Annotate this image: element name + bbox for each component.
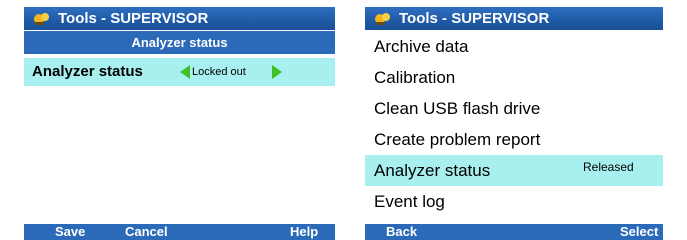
analyzer-status-screen: Tools - SUPERVISOR Analyzer status Analy… [24, 7, 335, 240]
menu-item-event-log[interactable]: Event log [365, 186, 663, 217]
menu-item-clean-usb-flash-drive[interactable]: Clean USB flash drive [365, 93, 663, 124]
analyzer-status-value: Locked out [192, 66, 246, 78]
menu-item-label: Event log [374, 192, 445, 211]
softkey-bar: Save Cancel Help [24, 224, 335, 240]
window-title: Tools - SUPERVISOR [399, 10, 550, 27]
section-header: Analyzer status [24, 31, 335, 54]
analyzer-status-label: Analyzer status [32, 63, 143, 80]
window-title: Tools - SUPERVISOR [58, 10, 209, 27]
menu-item-create-problem-report[interactable]: Create problem report [365, 124, 663, 155]
menu-item-calibration[interactable]: Calibration [365, 62, 663, 93]
title-bar: Tools - SUPERVISOR [24, 7, 335, 30]
menu-item-archive-data[interactable]: Archive data [365, 31, 663, 62]
help-softkey[interactable]: Help [290, 224, 318, 240]
menu-item-label: Archive data [374, 37, 469, 56]
menu-item-label: Calibration [374, 68, 456, 87]
menu-item-label: Clean USB flash drive [374, 99, 541, 118]
select-softkey[interactable]: Select [620, 224, 658, 240]
analyzer-status-row[interactable]: Analyzer status Locked out [24, 58, 335, 86]
save-softkey[interactable]: Save [55, 224, 85, 240]
tools-menu-screen: Tools - SUPERVISOR Archive data Calibrat… [365, 7, 663, 240]
back-softkey[interactable]: Back [386, 224, 417, 240]
menu-item-label: Create problem report [374, 130, 541, 149]
title-bar: Tools - SUPERVISOR [365, 7, 663, 30]
softkey-bar: Back Select [365, 224, 663, 240]
menu-item-label: Analyzer status [374, 161, 491, 180]
left-arrow-icon[interactable] [180, 65, 190, 79]
menu-item-analyzer-status[interactable]: Analyzer status Released [365, 155, 663, 186]
tools-logo-icon [375, 13, 390, 25]
menu-item-status-value: Released [583, 160, 634, 174]
tools-logo-icon [34, 13, 49, 25]
cancel-softkey[interactable]: Cancel [125, 224, 168, 240]
right-arrow-icon[interactable] [272, 65, 282, 79]
tools-menu: Archive data Calibration Clean USB flash… [365, 31, 663, 217]
